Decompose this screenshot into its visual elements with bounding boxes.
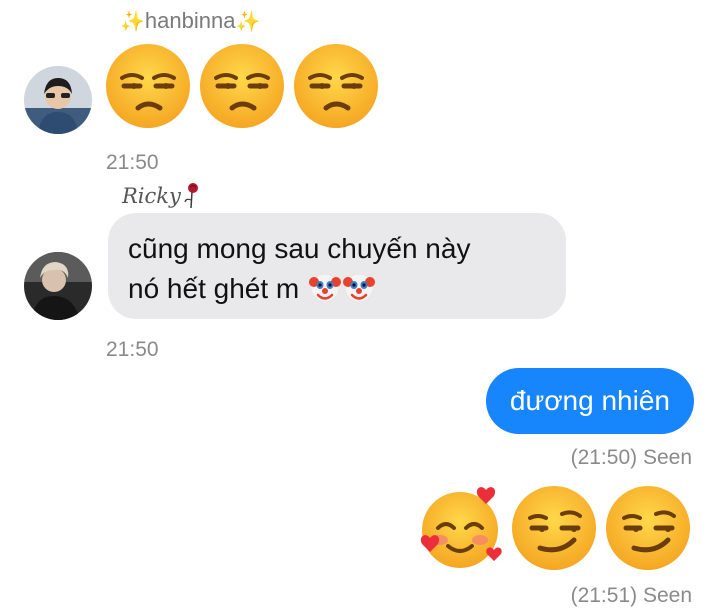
avatar-photo-icon: [24, 66, 92, 134]
message-text-line: cũng mong sau chuyến này: [128, 233, 471, 264]
sender-name-ricky: Ricky: [122, 182, 201, 208]
avatar[interactable]: [24, 252, 92, 320]
unamused-face-icon: [106, 44, 190, 128]
rose-icon: [184, 183, 198, 208]
clown-face-icon: [343, 273, 376, 303]
message-text-line-with-emoji: nó hết ghét m: [128, 269, 546, 309]
avatar-photo-icon: [24, 252, 92, 320]
seen-status: (21:51) Seen: [570, 584, 692, 607]
unamused-face-icon: [200, 44, 284, 128]
smirking-face-icon: [512, 486, 596, 570]
seen-status: (21:50) Seen: [570, 446, 692, 469]
message-text-line: nó hết ghét m: [128, 273, 300, 304]
sender-signature-text: Ricky: [122, 184, 181, 208]
outgoing-message-bubble[interactable]: đương nhiên: [485, 368, 694, 434]
sparkle-icon: ✨: [120, 10, 145, 33]
smirking-face-icon: [606, 486, 690, 570]
emoji-message-outgoing[interactable]: [416, 484, 692, 572]
unamused-face-icon: [294, 44, 378, 128]
sender-name-hanbinna: ✨ hanbinna ✨: [120, 8, 260, 34]
incoming-message-bubble[interactable]: cũng mong sau chuyến này nó hết ghét m: [108, 213, 566, 319]
sparkle-icon: ✨: [235, 10, 261, 33]
avatar[interactable]: [24, 66, 92, 134]
message-timestamp: 21:50: [106, 151, 159, 174]
sender-name-text: hanbinna: [144, 8, 236, 33]
emoji-message[interactable]: [104, 42, 380, 130]
message-timestamp: 21:50: [106, 338, 159, 361]
smiling-face-with-hearts-icon: [420, 487, 502, 568]
clown-face-icon: [309, 273, 342, 303]
